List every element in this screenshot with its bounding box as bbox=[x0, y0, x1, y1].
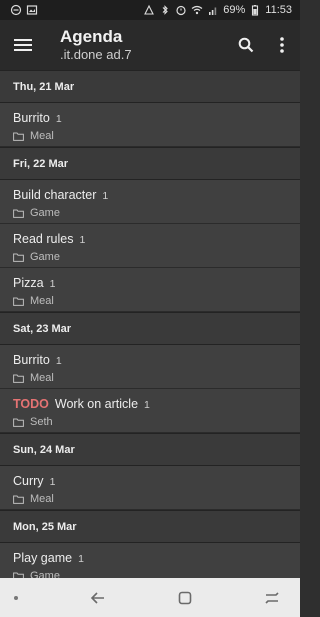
item-title: Build character bbox=[13, 188, 97, 202]
item-title: Burrito bbox=[13, 353, 50, 367]
item-count: 1 bbox=[102, 190, 109, 202]
item-count: 1 bbox=[55, 113, 62, 125]
day-header: Thu, 21 Mar bbox=[0, 70, 300, 103]
search-icon bbox=[238, 37, 254, 53]
item-count: 1 bbox=[49, 278, 56, 290]
page-subtitle: .it.done ad.7 bbox=[60, 47, 132, 62]
item-title: Work on article bbox=[54, 397, 139, 411]
agenda-item[interactable]: Curry 1 Meal bbox=[0, 466, 300, 510]
agenda-item[interactable]: Build character 1 Game bbox=[0, 180, 300, 224]
todo-keyword: TODO bbox=[13, 397, 49, 411]
more-vert-icon bbox=[280, 37, 284, 53]
item-tag: Game bbox=[30, 570, 60, 578]
photo-icon bbox=[26, 5, 38, 15]
item-title: Curry bbox=[13, 474, 44, 488]
item-count: 1 bbox=[144, 399, 150, 411]
folder-icon bbox=[13, 495, 24, 504]
agenda-item[interactable]: Play game 1 Game bbox=[0, 543, 300, 578]
item-count: 1 bbox=[55, 355, 62, 367]
item-tag: Meal bbox=[30, 493, 54, 505]
status-bar: 69% 11:53 bbox=[0, 0, 300, 20]
day-header: Sun, 24 Mar bbox=[0, 433, 300, 466]
battery-icon bbox=[252, 5, 259, 16]
day-header: Fri, 22 Mar bbox=[0, 147, 300, 180]
do-not-disturb-icon bbox=[10, 4, 22, 16]
status-time: 11:53 bbox=[265, 4, 292, 16]
folder-icon bbox=[13, 253, 24, 262]
alarm-icon bbox=[176, 5, 186, 16]
item-tag: Game bbox=[30, 251, 60, 263]
item-title: Read rules bbox=[13, 232, 74, 246]
agenda-item[interactable]: Burrito 1 Meal bbox=[0, 103, 300, 147]
battery-percent: 69% bbox=[223, 4, 246, 16]
item-tag: Meal bbox=[30, 130, 54, 142]
home-icon[interactable] bbox=[178, 591, 192, 605]
agenda-item[interactable]: Burrito 1 Meal bbox=[0, 345, 300, 389]
item-count: 1 bbox=[49, 476, 56, 488]
page-title: Agenda bbox=[60, 27, 123, 46]
item-count: 1 bbox=[79, 234, 86, 246]
nav-indicator-dot bbox=[14, 595, 18, 600]
agenda-item[interactable]: Pizza 1 Meal bbox=[0, 268, 300, 312]
day-header: Mon, 25 Mar bbox=[0, 510, 300, 543]
item-tag: Meal bbox=[30, 295, 54, 307]
item-tag: Seth bbox=[30, 416, 53, 428]
agenda-list[interactable]: Thu, 21 Mar Burrito 1 Meal Fri, 22 Mar Bu… bbox=[0, 70, 300, 578]
more-options-button[interactable] bbox=[264, 20, 300, 70]
title-block: Agenda .it.done ad.7 bbox=[46, 27, 228, 63]
app-bar: Agenda .it.done ad.7 bbox=[0, 20, 300, 70]
search-button[interactable] bbox=[228, 20, 264, 70]
menu-button[interactable] bbox=[0, 20, 46, 70]
item-tag: Game bbox=[30, 207, 60, 219]
folder-icon bbox=[13, 297, 24, 306]
folder-icon bbox=[13, 132, 24, 141]
folder-icon bbox=[13, 418, 24, 427]
item-count: 1 bbox=[78, 553, 84, 565]
item-tag: Meal bbox=[30, 372, 54, 384]
day-header: Sat, 23 Mar bbox=[0, 312, 300, 345]
menu-icon bbox=[14, 39, 32, 51]
wifi-icon bbox=[191, 5, 203, 15]
bluetooth-icon bbox=[162, 5, 169, 15]
folder-icon bbox=[13, 374, 24, 383]
item-title: Burrito bbox=[13, 111, 50, 125]
signal-icon bbox=[209, 7, 217, 15]
nfc-icon bbox=[144, 4, 155, 15]
recents-icon[interactable] bbox=[264, 591, 280, 605]
item-title: Play game bbox=[13, 551, 73, 565]
back-icon[interactable] bbox=[90, 591, 106, 605]
agenda-item[interactable]: TODO Work on article 1 Seth bbox=[0, 389, 300, 433]
system-nav-bar bbox=[0, 578, 300, 617]
agenda-item[interactable]: Read rules 1 Game bbox=[0, 224, 300, 268]
item-title: Pizza bbox=[13, 276, 44, 290]
folder-icon bbox=[13, 209, 24, 218]
